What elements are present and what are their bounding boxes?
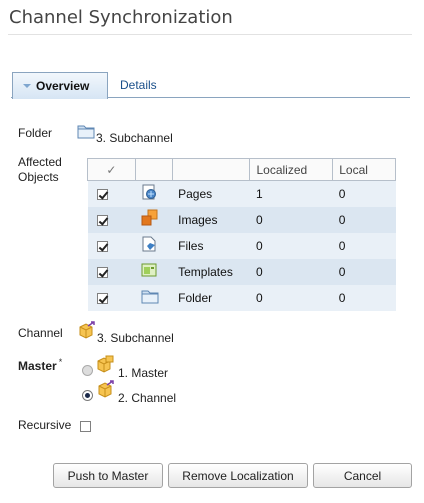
table-row: Templates 0 0 <box>87 258 396 285</box>
local-column-header: Local <box>332 158 396 181</box>
table-row: Images 0 0 <box>87 206 396 233</box>
cancel-button[interactable]: Cancel <box>313 463 412 488</box>
row-checkbox[interactable] <box>96 214 108 226</box>
row-localized: 0 <box>249 232 333 259</box>
row-local: 0 <box>332 258 396 285</box>
master-icon <box>97 355 114 373</box>
row-checkbox[interactable] <box>96 189 108 201</box>
channel-value: 3. Subchannel <box>97 331 174 345</box>
row-checkbox[interactable] <box>96 266 108 278</box>
affected-objects-table: ✓ Localized Local Pages 1 0 Images 0 0 F… <box>87 158 396 311</box>
pages-icon <box>142 184 157 200</box>
row-checkbox[interactable] <box>96 240 108 252</box>
row-checkbox[interactable] <box>96 292 108 304</box>
name-column-header <box>171 158 251 181</box>
row-name: Images <box>172 206 250 233</box>
required-mark: * <box>58 357 63 367</box>
check-column-header[interactable]: ✓ <box>87 158 136 181</box>
row-name: Files <box>172 232 250 259</box>
title-divider <box>8 34 412 35</box>
row-local: 0 <box>332 180 396 207</box>
row-localized: 1 <box>249 180 333 207</box>
dialog-title: Channel Synchronization <box>9 7 233 28</box>
chevron-down-icon <box>23 84 31 88</box>
row-localized: 0 <box>249 258 333 285</box>
row-name: Folder <box>172 284 250 311</box>
table-row: Pages 1 0 <box>87 180 396 207</box>
table-row: Folder 0 0 <box>87 284 396 311</box>
templates-icon <box>141 263 157 277</box>
folder-icon <box>77 125 95 139</box>
folder-label: Folder <box>18 126 53 140</box>
remove-localization-button[interactable]: Remove Localization <box>168 463 308 488</box>
tab-details[interactable]: Details <box>120 78 157 92</box>
affected-label-line2: Objects <box>18 170 59 184</box>
master-label: Master * <box>18 357 62 373</box>
master-option-1-radio[interactable] <box>82 365 93 376</box>
folder-value: 3. Subchannel <box>96 131 173 145</box>
table-row: Files 0 0 <box>87 232 396 259</box>
channel-icon <box>98 380 114 398</box>
folder-icon <box>141 290 159 303</box>
master-option-2-radio[interactable] <box>82 390 93 401</box>
tab-overview-label: Overview <box>36 79 90 93</box>
localized-column-header: Localized <box>249 158 334 181</box>
row-local: 0 <box>332 232 396 259</box>
channel-icon <box>79 321 95 339</box>
row-localized: 0 <box>249 284 333 311</box>
icon-column-header <box>134 158 173 181</box>
master-option-2-label[interactable]: 2. Channel <box>118 391 176 405</box>
channel-label: Channel <box>18 326 63 340</box>
files-icon <box>142 236 156 252</box>
master-label-text: Master <box>18 359 57 373</box>
affected-objects-label: Affected Objects <box>18 155 62 185</box>
recursive-label: Recursive <box>18 418 72 432</box>
row-name: Pages <box>172 180 250 207</box>
row-name: Templates <box>172 258 250 285</box>
row-local: 0 <box>332 284 396 311</box>
recursive-checkbox[interactable] <box>80 421 91 433</box>
affected-label-line1: Affected <box>18 155 62 169</box>
row-local: 0 <box>332 206 396 233</box>
push-to-master-button[interactable]: Push to Master <box>53 463 163 488</box>
tab-overview[interactable]: Overview <box>12 72 108 99</box>
row-localized: 0 <box>249 206 333 233</box>
master-option-1-label[interactable]: 1. Master <box>118 366 168 380</box>
images-icon <box>141 209 158 226</box>
